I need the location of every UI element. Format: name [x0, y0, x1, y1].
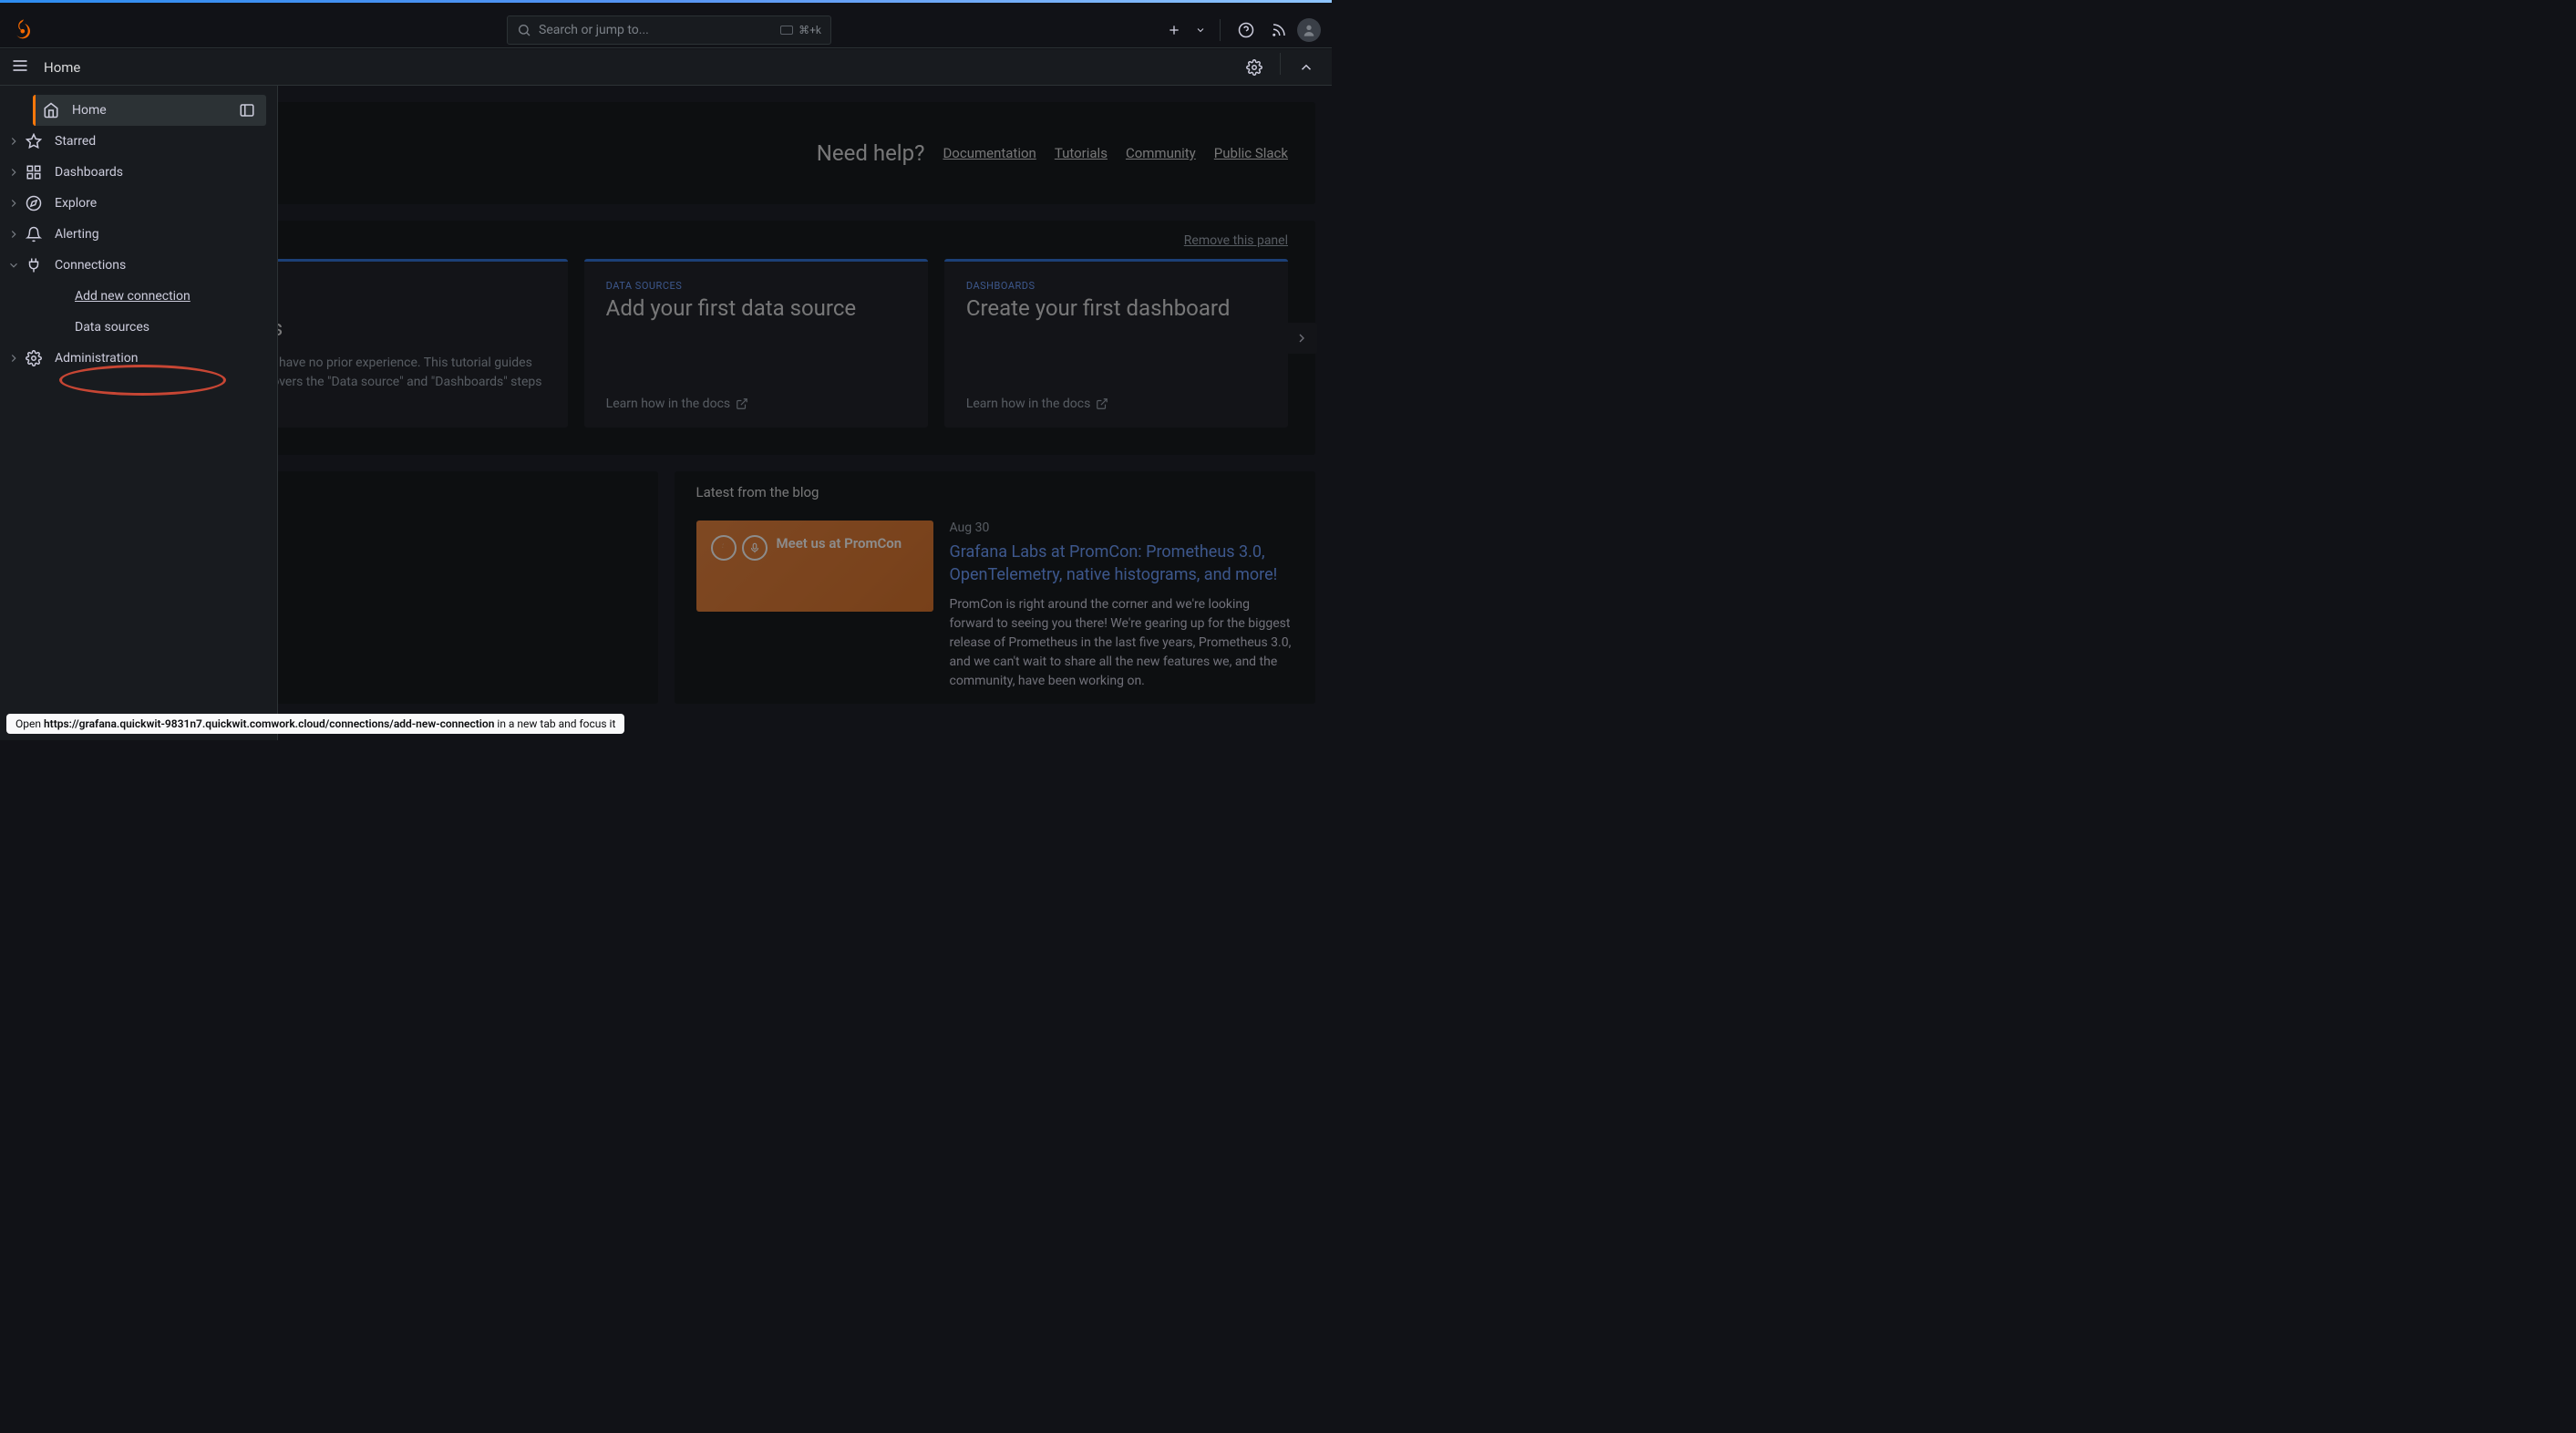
blog-date: Aug 30 — [950, 521, 1294, 535]
datasource-title: Add your first data source — [606, 295, 906, 321]
documentation-link[interactable]: Documentation — [943, 145, 1036, 161]
nav-dashboards-label: Dashboards — [55, 165, 266, 180]
sub-header: Home — [0, 49, 1332, 86]
nav-administration-label: Administration — [55, 351, 266, 366]
star-icon — [26, 133, 42, 149]
nav-starred[interactable]: Starred — [0, 126, 277, 157]
dashboards-eyebrow: DASHBOARDS — [966, 280, 1266, 292]
help-button[interactable] — [1231, 15, 1261, 45]
search-icon — [517, 23, 531, 37]
side-navigation: Home Starred Dashboards Explore Alerting… — [0, 86, 278, 740]
compass-icon — [26, 195, 42, 211]
home-icon — [43, 102, 59, 119]
chevron-right-icon — [7, 228, 20, 241]
thumb-icons — [711, 535, 768, 561]
user-avatar[interactable] — [1297, 18, 1321, 42]
blog-excerpt: PromCon is right around the corner and w… — [950, 595, 1294, 691]
tutorials-link[interactable]: Tutorials — [1055, 145, 1108, 161]
next-step-button[interactable] — [1286, 323, 1317, 354]
add-button[interactable] — [1159, 15, 1189, 45]
menu-toggle-button[interactable] — [11, 57, 33, 78]
apps-icon — [26, 164, 42, 180]
dashboards-card[interactable]: DASHBOARDS Create your first dashboard L… — [944, 259, 1288, 428]
news-button[interactable] — [1264, 15, 1293, 45]
dock-icon[interactable] — [239, 102, 255, 119]
grafana-circle-icon — [711, 535, 737, 561]
nav-administration[interactable]: Administration — [0, 343, 277, 374]
search-input[interactable]: Search or jump to... ⌘+k — [507, 15, 831, 45]
dashboards-title: Create your first dashboard — [966, 295, 1266, 321]
topbar-right — [1159, 15, 1321, 45]
mic-circle-icon — [742, 535, 768, 561]
divider — [1220, 19, 1221, 41]
search-placeholder: Search or jump to... — [539, 23, 780, 37]
datasource-eyebrow: DATA SOURCES — [606, 280, 906, 292]
community-link[interactable]: Community — [1126, 145, 1196, 161]
external-link-icon — [736, 397, 748, 410]
nav-connections-label: Connections — [55, 258, 266, 273]
divider — [1280, 53, 1281, 75]
nav-home-label: Home — [72, 103, 239, 118]
remove-panel-link[interactable]: Remove this panel — [1184, 233, 1288, 248]
public-slack-link[interactable]: Public Slack — [1214, 145, 1288, 161]
grafana-logo[interactable] — [11, 17, 36, 43]
status-bar-tooltip: Open https://grafana.quickwit-9831n7.qui… — [6, 714, 624, 734]
chevron-right-icon — [7, 166, 20, 179]
datasource-card[interactable]: DATA SOURCES Add your first data source … — [584, 259, 928, 428]
chevron-down-icon — [7, 259, 20, 272]
chevron-right-icon — [7, 197, 20, 210]
collapse-button[interactable] — [1292, 53, 1321, 82]
nav-alerting-label: Alerting — [55, 227, 266, 242]
nav-explore-label: Explore — [55, 196, 266, 211]
topbar: Search or jump to... ⌘+k — [0, 12, 1332, 48]
blog-thumbnail[interactable]: Meet us at PromCon — [696, 521, 933, 612]
blog-section-title: Latest from the blog — [696, 484, 1294, 500]
nav-dashboards[interactable]: Dashboards — [0, 157, 277, 188]
gear-icon — [26, 350, 42, 366]
datasource-docs-link[interactable]: Learn how in the docs — [606, 397, 906, 411]
nav-explore[interactable]: Explore — [0, 188, 277, 219]
chevron-right-icon — [7, 352, 20, 365]
settings-button[interactable] — [1240, 53, 1269, 82]
breadcrumb[interactable]: Home — [44, 59, 80, 76]
plug-icon — [26, 257, 42, 273]
keyboard-icon — [780, 26, 793, 35]
nav-connections[interactable]: Connections — [0, 250, 277, 281]
dashboards-docs-link[interactable]: Learn how in the docs — [966, 397, 1266, 411]
help-section: Need help? Documentation Tutorials Commu… — [817, 140, 1288, 166]
blog-panel: Latest from the blog Meet us at PromCon … — [675, 471, 1316, 704]
chevron-right-icon — [7, 135, 20, 148]
need-help-label: Need help? — [817, 140, 925, 166]
keyboard-shortcut-hint: ⌘+k — [780, 24, 821, 36]
help-links: Documentation Tutorials Community Public… — [943, 145, 1288, 161]
nav-add-new-connection[interactable]: Add new connection — [0, 281, 277, 312]
nav-home[interactable]: Home — [33, 95, 266, 126]
add-dropdown-chevron[interactable] — [1192, 15, 1209, 45]
loading-bar — [0, 0, 1332, 3]
external-link-icon — [1096, 397, 1108, 410]
blog-headline-link[interactable]: Grafana Labs at PromCon: Prometheus 3.0,… — [950, 541, 1294, 586]
nav-starred-label: Starred — [55, 134, 266, 149]
nav-data-sources[interactable]: Data sources — [0, 312, 277, 343]
bell-icon — [26, 226, 42, 242]
nav-alerting[interactable]: Alerting — [0, 219, 277, 250]
